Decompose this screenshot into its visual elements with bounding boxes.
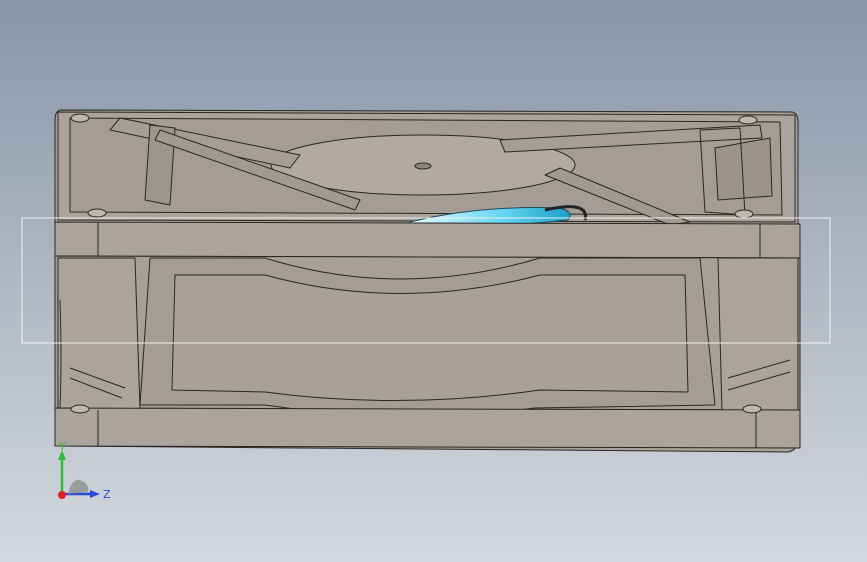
mount-hole-mid-left xyxy=(87,208,107,218)
mount-hole-top-right xyxy=(738,115,758,125)
x-axis-dot xyxy=(58,491,66,499)
triad-plane xyxy=(68,479,89,494)
coordinate-triad: Y Z xyxy=(50,438,120,510)
z-axis-arrowhead xyxy=(90,490,100,498)
mount-hole-bottom-left xyxy=(70,404,90,414)
mount-hole-bottom-right xyxy=(742,404,762,414)
corner-column-left xyxy=(57,257,141,411)
fan-housing[interactable] xyxy=(54,109,801,453)
mount-hole-mid-right xyxy=(734,209,754,219)
middle-flange xyxy=(54,221,801,259)
graphics-viewport[interactable]: Y Z xyxy=(0,0,867,562)
bottom-flange xyxy=(54,407,801,449)
z-axis-label: Z xyxy=(103,488,111,501)
y-axis-label: Y xyxy=(58,440,66,453)
front-window-inner xyxy=(171,274,689,402)
hub-center xyxy=(414,162,432,170)
fan-model-view[interactable] xyxy=(0,0,867,562)
mount-hole-top-left xyxy=(70,113,90,123)
